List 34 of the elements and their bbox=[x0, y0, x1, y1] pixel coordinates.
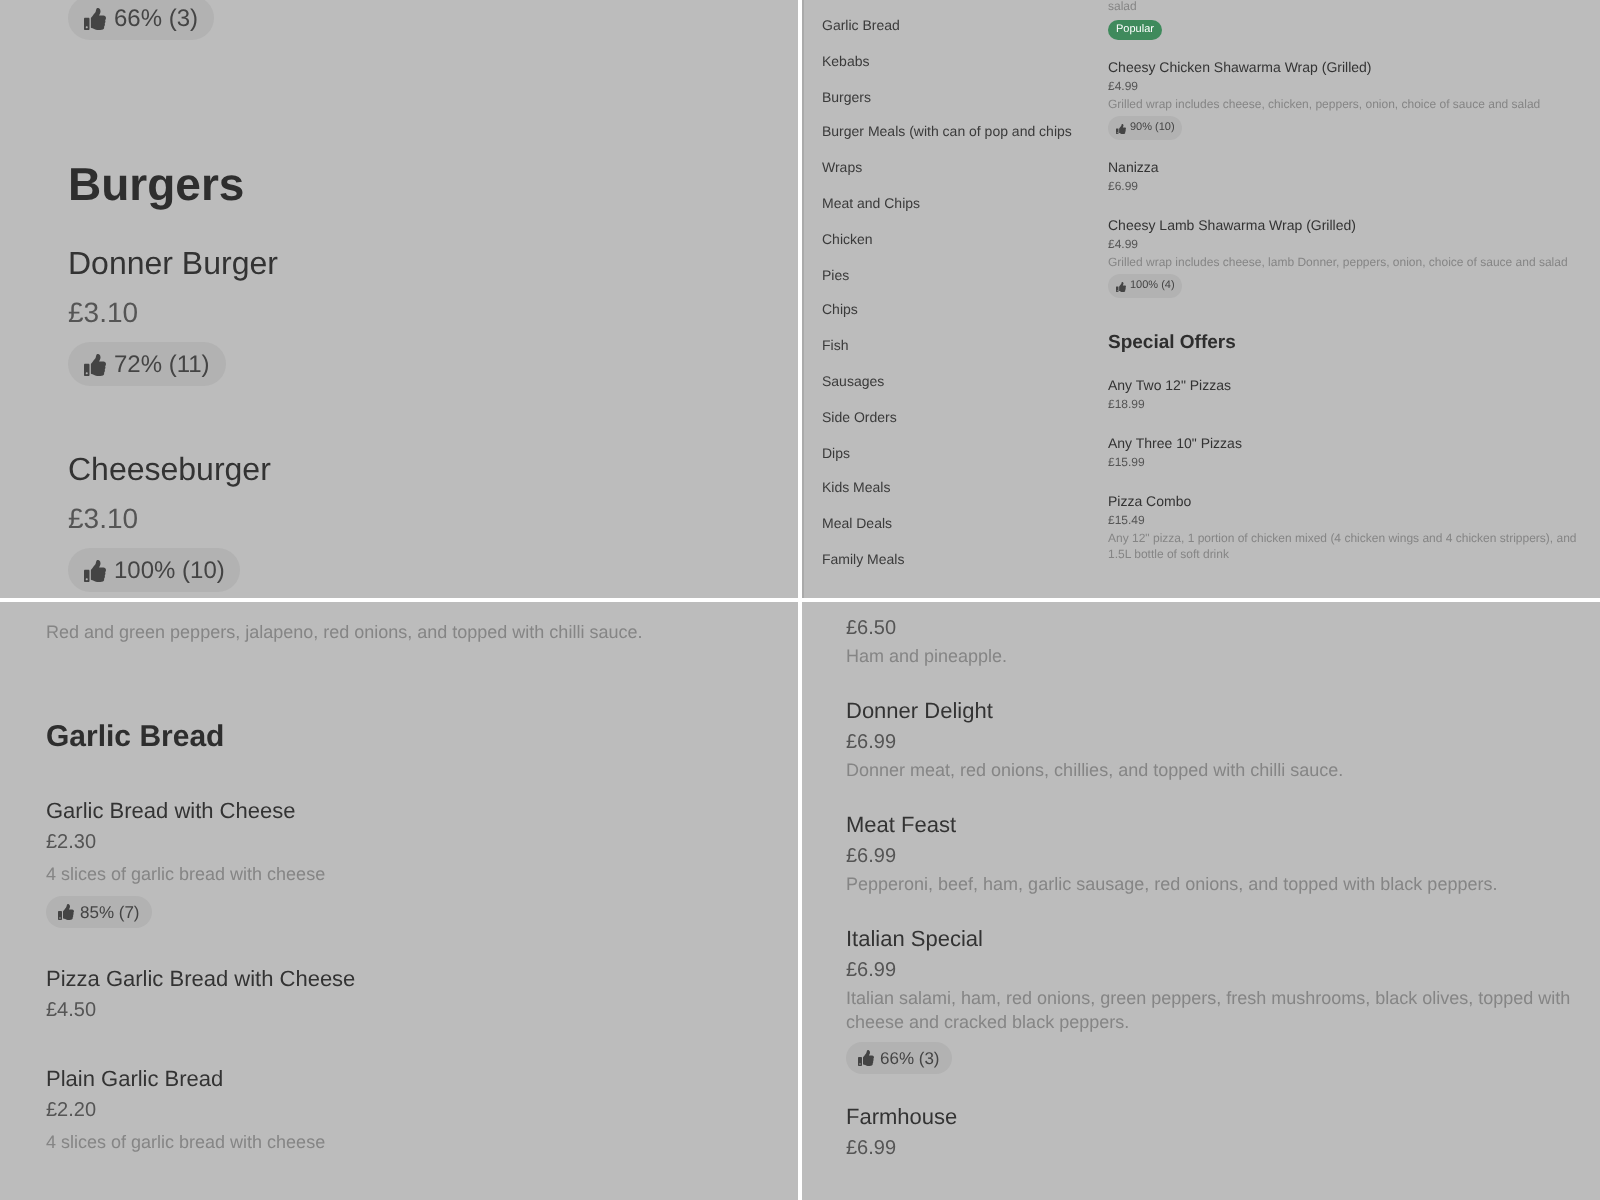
item-price: £6.99 bbox=[846, 958, 899, 986]
section-heading: Burgers bbox=[68, 156, 247, 214]
thumbs-up-icon bbox=[58, 904, 74, 920]
thumbs-up-icon bbox=[84, 353, 106, 375]
thumbs-up-icon bbox=[858, 1050, 874, 1066]
thumbs-up-icon bbox=[84, 559, 106, 581]
rating-text: 66% (3) bbox=[880, 1045, 940, 1071]
item-price: £4.50 bbox=[46, 998, 99, 1026]
item-name[interactable]: Garlic Bread with Cheese bbox=[46, 796, 798, 828]
item-price: £6.99 bbox=[846, 730, 899, 758]
item-price: £3.10 bbox=[68, 500, 141, 538]
item-price: £2.20 bbox=[46, 1098, 99, 1126]
item-name[interactable]: Meat Feast bbox=[846, 812, 1572, 842]
rating-text: 66% (3) bbox=[114, 2, 199, 36]
item-name[interactable]: Farmhouse bbox=[846, 1104, 1572, 1134]
item-name[interactable]: Donner Burger bbox=[68, 242, 798, 290]
rating-text: 100% (10) bbox=[114, 554, 225, 588]
rating-text: 85% (7) bbox=[80, 899, 140, 925]
item-name[interactable]: Plain Garlic Bread bbox=[46, 1064, 798, 1096]
rating-text: 72% (11) bbox=[114, 348, 210, 382]
item-name[interactable]: Italian Special bbox=[846, 926, 1572, 956]
thumbs-up-icon bbox=[1116, 281, 1126, 291]
item-name[interactable]: Pizza Garlic Bread with Cheese bbox=[46, 964, 798, 996]
thumbs-up-icon bbox=[84, 7, 106, 29]
item-name[interactable]: Donner Delight bbox=[846, 698, 1572, 728]
item-price: £3.10 bbox=[68, 294, 141, 332]
thumbs-up-icon bbox=[1116, 123, 1126, 133]
item-name[interactable]: Cheeseburger bbox=[68, 448, 798, 496]
section-heading: Garlic Bread bbox=[46, 718, 227, 758]
item-price: £6.99 bbox=[846, 844, 899, 872]
item-price: £6.99 bbox=[846, 1136, 899, 1164]
section-heading: Special Offers bbox=[1108, 330, 1238, 358]
item-price: £6.50 bbox=[846, 616, 899, 644]
item-price: £2.30 bbox=[46, 830, 99, 858]
